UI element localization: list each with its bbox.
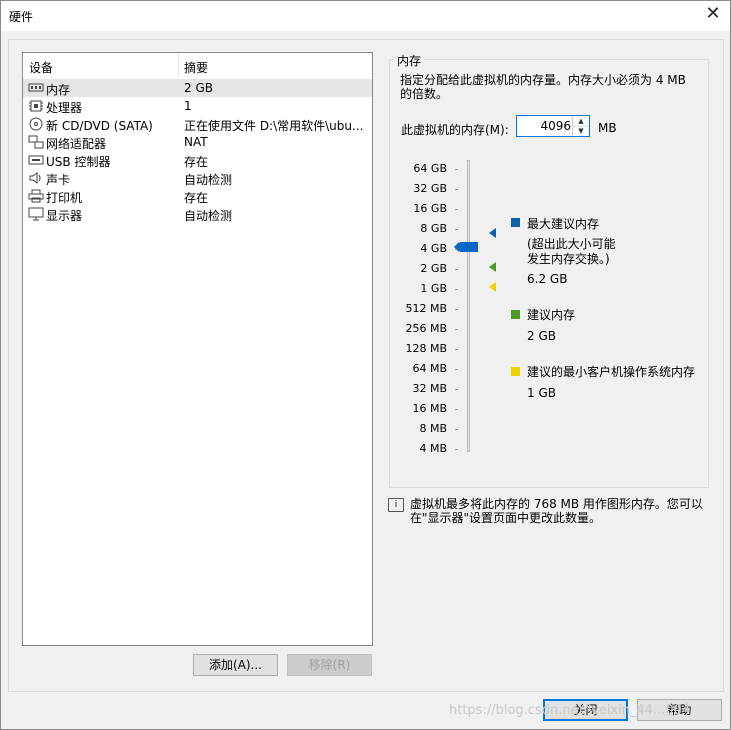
min-legend-swatch — [511, 367, 520, 376]
scale-label: 1 GB — [420, 282, 447, 295]
scale-label: 32 GB — [413, 182, 447, 195]
device-name: 处理器 — [46, 101, 83, 115]
memory-slider-track[interactable] — [467, 160, 470, 452]
scale-tick — [455, 229, 458, 230]
device-name: 新 CD/DVD (SATA) — [46, 119, 153, 133]
device-row-sound[interactable]: 声卡 自动检测 — [23, 169, 372, 187]
device-row-memory[interactable]: 内存 2 GB — [23, 79, 372, 97]
usb-icon — [28, 155, 44, 165]
device-summary: 自动检测 — [184, 209, 233, 223]
min-legend-title: 建议的最小客户机操作系统内存 — [527, 365, 696, 379]
device-row-cpu[interactable]: 处理器 1 — [23, 97, 372, 115]
scale-label: 64 MB — [412, 362, 447, 375]
cd-icon — [29, 117, 43, 131]
memory-group-title: 内存 — [394, 52, 425, 69]
scale-label: 4 MB — [419, 442, 447, 455]
scale-label: 16 GB — [413, 202, 447, 215]
cpu-icon — [29, 100, 43, 112]
memory-description: 指定分配给此虚拟机的内存量。内存大小必须为 4 MB 的倍数。 — [400, 73, 686, 101]
device-name: 网络适配器 — [46, 137, 107, 151]
max-legend-note: (超出此大小可能发生内存交换。) — [527, 237, 616, 266]
scale-label: 64 GB — [413, 162, 447, 175]
watermark-text: https://blog.csdn.net/weixin_44...004 — [449, 703, 691, 718]
scale-label: 512 MB — [405, 302, 447, 315]
device-row-network[interactable]: 网络适配器 NAT — [23, 133, 372, 151]
printer-icon — [28, 189, 44, 203]
device-name: 显示器 — [46, 209, 83, 223]
device-summary: 存在 — [184, 155, 209, 169]
scale-tick — [455, 389, 458, 390]
scale-tick — [455, 349, 458, 350]
graphics-memory-info: 虚拟机最多将此内存的 768 MB 用作图形内存。您可以在"显示器"设置页面中更… — [410, 497, 703, 525]
max-legend-value: 6.2 GB — [527, 272, 568, 286]
memory-icon — [28, 83, 44, 92]
scale-label: 256 MB — [405, 322, 447, 335]
remove-device-button[interactable]: 移除(R) — [287, 654, 372, 676]
device-row-usb[interactable]: USB 控制器 存在 — [23, 151, 372, 169]
device-row-printer[interactable]: 打印机 存在 — [23, 187, 372, 205]
network-icon — [28, 135, 44, 149]
memory-spinbox[interactable]: 4096 ▲ ▼ — [516, 115, 590, 137]
max-legend-title: 最大建议内存 — [527, 217, 600, 231]
scale-tick — [455, 209, 458, 210]
scale-label: 2 GB — [420, 262, 447, 275]
device-summary: 自动检测 — [184, 173, 233, 187]
column-divider[interactable] — [178, 53, 179, 77]
memory-field-label: 此虚拟机的内存(M): — [401, 123, 509, 137]
device-summary: NAT — [184, 135, 208, 149]
info-icon: i — [388, 498, 404, 512]
min-recommended-marker — [489, 282, 496, 292]
device-row-cd[interactable]: 新 CD/DVD (SATA) 正在使用文件 D:\常用软件\ubu... — [23, 115, 372, 133]
scale-tick — [455, 369, 458, 370]
spinner-arrows: ▲ ▼ — [572, 116, 589, 136]
device-name: 打印机 — [46, 191, 83, 205]
rec-legend-value: 2 GB — [527, 329, 556, 343]
column-summary[interactable]: 摘要 — [184, 59, 208, 76]
min-legend-value: 1 GB — [527, 386, 556, 400]
scale-tick — [455, 289, 458, 290]
rec-legend-title: 建议内存 — [527, 308, 576, 322]
device-name: USB 控制器 — [46, 155, 111, 169]
monitor-icon — [28, 207, 44, 221]
scale-tick — [455, 409, 458, 410]
scale-tick — [455, 329, 458, 330]
device-summary: 1 — [184, 99, 192, 113]
scale-label: 16 MB — [412, 402, 447, 415]
add-device-button[interactable]: 添加(A)... — [193, 654, 278, 676]
device-name: 声卡 — [46, 173, 71, 187]
device-row-display[interactable]: 显示器 自动检测 — [23, 205, 372, 223]
scale-label: 32 MB — [412, 382, 447, 395]
device-list-header: 设备 摘要 — [23, 53, 372, 77]
scale-label: 4 GB — [420, 242, 447, 255]
device-name: 内存 — [46, 83, 71, 97]
memory-unit: MB — [598, 121, 617, 135]
spin-down-icon[interactable]: ▼ — [573, 126, 589, 136]
scale-tick — [455, 309, 458, 310]
title-bar: 硬件 ✕ — [1, 1, 730, 31]
device-list: 设备 摘要 内存 2 GB 处理器 1 新 CD/DVD (SATA) 正在使用… — [22, 52, 373, 646]
scale-tick — [455, 189, 458, 190]
scale-label: 128 MB — [405, 342, 447, 355]
scale-tick — [455, 269, 458, 270]
scale-label: 8 GB — [420, 222, 447, 235]
rec-legend-swatch — [511, 310, 520, 319]
max-legend-swatch — [511, 218, 520, 227]
device-summary: 2 GB — [184, 81, 213, 95]
recommended-marker — [489, 262, 496, 272]
speaker-icon — [29, 172, 41, 184]
memory-value[interactable]: 4096 — [540, 119, 571, 133]
device-summary: 存在 — [184, 191, 209, 205]
scale-tick — [455, 169, 458, 170]
close-icon[interactable]: ✕ — [704, 5, 722, 23]
scale-tick — [455, 429, 458, 430]
column-device[interactable]: 设备 — [29, 59, 53, 76]
max-recommended-marker — [489, 228, 496, 238]
scale-label: 8 MB — [419, 422, 447, 435]
window-title: 硬件 — [9, 10, 34, 24]
device-summary: 正在使用文件 D:\常用软件\ubu... — [184, 119, 364, 133]
scale-tick — [455, 449, 458, 450]
memory-slider-thumb[interactable] — [454, 242, 478, 252]
